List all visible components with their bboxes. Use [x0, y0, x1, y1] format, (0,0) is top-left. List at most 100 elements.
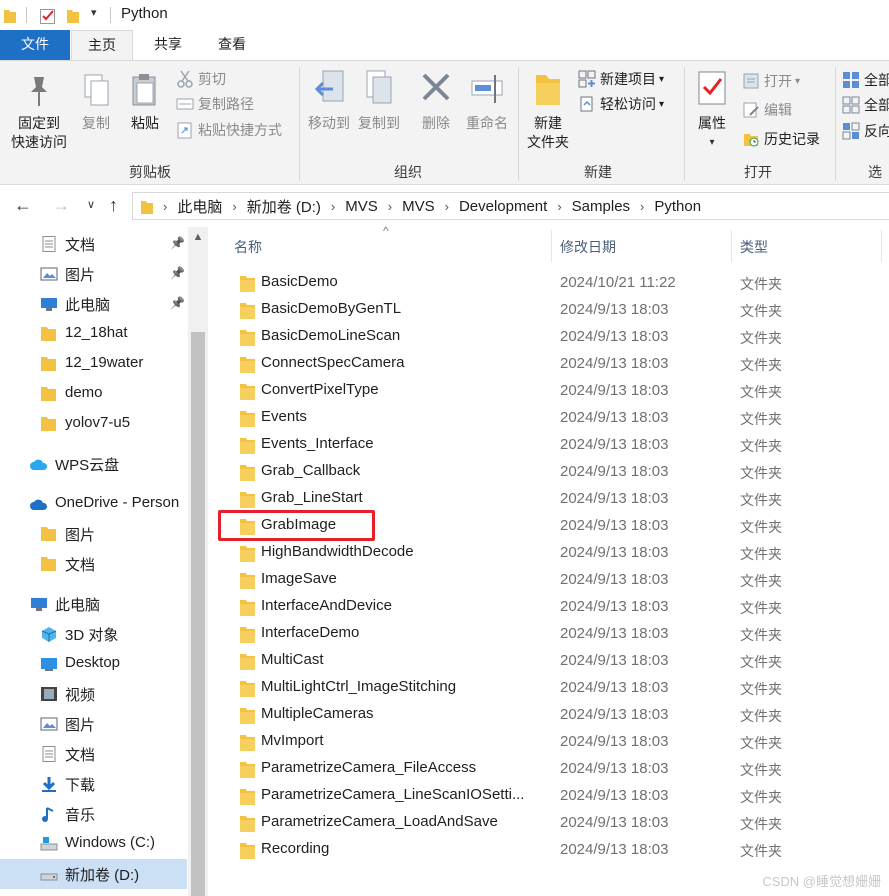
delete-button[interactable]: 删除: [414, 69, 458, 133]
invert-selection-button[interactable]: 反向: [842, 120, 889, 142]
file-row[interactable]: ImageSave 2024/9/13 18:03 文件夹: [218, 567, 889, 594]
breadcrumb-chevron-icon[interactable]: ›: [557, 199, 561, 214]
sidebar-item[interactable]: 新加卷 (D:): [0, 859, 187, 889]
copy-to-button[interactable]: 复制到: [354, 69, 404, 133]
new-folder-icon[interactable]: [67, 8, 79, 23]
file-date: 2024/9/13 18:03: [560, 355, 669, 372]
tab-share[interactable]: 共享: [137, 30, 199, 60]
tab-file[interactable]: 文件: [0, 30, 70, 60]
customize-quick-access-icon[interactable]: ▾: [91, 6, 97, 19]
breadcrumb-mvs-2[interactable]: MVS: [402, 198, 435, 215]
move-to-button[interactable]: 移动到: [304, 69, 354, 133]
new-folder-button[interactable]: 新建 文件夹: [522, 69, 574, 152]
breadcrumb-chevron-icon[interactable]: ›: [331, 199, 335, 214]
pin-quick-access-button[interactable]: 固定到 快速访问: [6, 73, 72, 152]
rename-button[interactable]: 重命名: [462, 69, 512, 133]
sidebar-item[interactable]: OneDrive - Person: [0, 489, 188, 519]
select-all-label: 全部: [864, 72, 889, 88]
breadcrumb-drive-d[interactable]: 新加卷 (D:): [247, 196, 321, 217]
breadcrumb-python[interactable]: Python: [654, 198, 701, 215]
file-row[interactable]: Grab_Callback 2024/9/13 18:03 文件夹: [218, 459, 889, 486]
column-header-name[interactable]: 名称: [234, 237, 262, 257]
sidebar-item[interactable]: 下载: [0, 769, 188, 799]
forward-arrow-icon[interactable]: →: [52, 195, 70, 216]
breadcrumb-development[interactable]: Development: [459, 198, 547, 215]
sidebar-item[interactable]: 文档 📌: [0, 229, 188, 259]
file-row[interactable]: Recording 2024/9/13 18:03 文件夹: [218, 837, 889, 864]
column-header-type[interactable]: 类型: [740, 237, 768, 257]
copy-path-button[interactable]: 复制路径: [176, 93, 254, 115]
back-arrow-icon[interactable]: ←: [14, 195, 32, 216]
sidebar-item[interactable]: Desktop: [0, 649, 188, 679]
breadcrumb-chevron-icon[interactable]: ›: [388, 199, 392, 214]
paste-shortcut-button[interactable]: 粘贴快捷方式: [176, 119, 282, 141]
properties-icon[interactable]: [40, 8, 56, 24]
edit-button[interactable]: 编辑: [742, 99, 792, 121]
easy-access-button[interactable]: 轻松访问 ▾: [578, 93, 664, 115]
select-all-button[interactable]: 全部: [842, 69, 889, 91]
history-button[interactable]: 历史记录: [742, 128, 820, 150]
sidebar-item[interactable]: 12_18hat: [0, 319, 188, 349]
file-row[interactable]: ConvertPixelType 2024/9/13 18:03 文件夹: [218, 378, 889, 405]
column-divider[interactable]: [731, 230, 732, 262]
breadcrumb-chevron-icon[interactable]: ›: [640, 199, 644, 214]
column-divider[interactable]: [881, 230, 882, 262]
breadcrumb-chevron-icon[interactable]: ›: [232, 199, 236, 214]
select-none-button[interactable]: 全部: [842, 94, 889, 116]
paste-button[interactable]: 粘贴: [125, 73, 165, 133]
navigation-pane: 文档 📌 图片 📌 此电脑 📌 12_18hat 12_19water demo yolov7-u…: [0, 227, 188, 896]
tab-view[interactable]: 查看: [201, 30, 263, 60]
copy-button[interactable]: 复制: [76, 73, 116, 133]
sidebar-item[interactable]: 图片: [0, 709, 188, 739]
sidebar-item[interactable]: 图片: [0, 519, 188, 549]
file-row[interactable]: ParametrizeCamera_LoadAndSave 2024/9/13 1…: [218, 810, 889, 837]
file-row[interactable]: MultiCast 2024/9/13 18:03 文件夹: [218, 648, 889, 675]
sidebar-item[interactable]: 12_19water: [0, 349, 188, 379]
file-row[interactable]: Grab_LineStart 2024/9/13 18:03 文件夹: [218, 486, 889, 513]
sidebar-item[interactable]: Windows (C:): [0, 829, 188, 859]
properties-button[interactable]: 属性 ▾: [690, 69, 734, 152]
file-row[interactable]: BasicDemoLineScan 2024/9/13 18:03 文件夹: [218, 324, 889, 351]
sidebar-item[interactable]: 此电脑 📌: [0, 289, 188, 319]
file-row[interactable]: MvImport 2024/9/13 18:03 文件夹: [218, 729, 889, 756]
file-row[interactable]: BasicDemo 2024/10/21 11:22 文件夹: [218, 270, 889, 297]
sidebar-item[interactable]: 音乐: [0, 799, 188, 829]
open-button[interactable]: 打开 ▾: [742, 70, 800, 92]
file-row[interactable]: InterfaceDemo 2024/9/13 18:03 文件夹: [218, 621, 889, 648]
breadcrumb-chevron-icon[interactable]: ›: [163, 199, 167, 214]
sidebar-item[interactable]: WPS云盘: [0, 449, 188, 479]
sidebar-item[interactable]: demo: [0, 379, 188, 409]
breadcrumb-this-pc[interactable]: 此电脑: [177, 196, 222, 217]
navigation-pane-scrollbar[interactable]: ▲: [188, 227, 208, 896]
cut-button[interactable]: 剪切: [176, 68, 226, 90]
sidebar-item[interactable]: 文档: [0, 739, 188, 769]
column-divider[interactable]: [551, 230, 552, 262]
file-row[interactable]: Events 2024/9/13 18:03 文件夹: [218, 405, 889, 432]
sidebar-item[interactable]: 3D 对象: [0, 619, 188, 649]
file-row[interactable]: ParametrizeCamera_FileAccess 2024/9/13 18…: [218, 756, 889, 783]
sidebar-item[interactable]: yolov7-u5: [0, 409, 188, 439]
sidebar-item[interactable]: 此电脑: [0, 589, 188, 619]
sidebar-item[interactable]: 图片 📌: [0, 259, 188, 289]
recent-locations-chevron-icon[interactable]: ∨: [87, 198, 95, 211]
breadcrumb-mvs[interactable]: MVS: [345, 198, 378, 215]
sidebar-item[interactable]: 视频: [0, 679, 188, 709]
tab-home[interactable]: 主页: [71, 30, 133, 60]
file-row[interactable]: Events_Interface 2024/9/13 18:03 文件夹: [218, 432, 889, 459]
file-row[interactable]: InterfaceAndDevice 2024/9/13 18:03 文件夹: [218, 594, 889, 621]
address-bar[interactable]: › 此电脑 › 新加卷 (D:) › MVS › MVS › Developme…: [132, 192, 889, 220]
file-row[interactable]: ParametrizeCamera_LineScanIOSetti... 2024…: [218, 783, 889, 810]
breadcrumb-chevron-icon[interactable]: ›: [445, 199, 449, 214]
breadcrumb-samples[interactable]: Samples: [572, 198, 630, 215]
file-row[interactable]: MultipleCameras 2024/9/13 18:03 文件夹: [218, 702, 889, 729]
new-item-button[interactable]: 新建项目 ▾: [578, 68, 664, 90]
up-arrow-icon[interactable]: ↑: [109, 195, 118, 216]
file-row[interactable]: ConnectSpecCamera 2024/9/13 18:03 文件夹: [218, 351, 889, 378]
column-header-date[interactable]: 修改日期: [560, 237, 616, 257]
file-row[interactable]: HighBandwidthDecode 2024/9/13 18:03 文件夹: [218, 540, 889, 567]
file-row[interactable]: MultiLightCtrl_ImageStitching 2024/9/13 1…: [218, 675, 889, 702]
file-row[interactable]: BasicDemoByGenTL 2024/9/13 18:03 文件夹: [218, 297, 889, 324]
scrollbar-thumb[interactable]: [191, 332, 205, 896]
scroll-up-arrow-icon[interactable]: ▲: [188, 231, 208, 243]
sidebar-item[interactable]: 文档: [0, 549, 188, 579]
